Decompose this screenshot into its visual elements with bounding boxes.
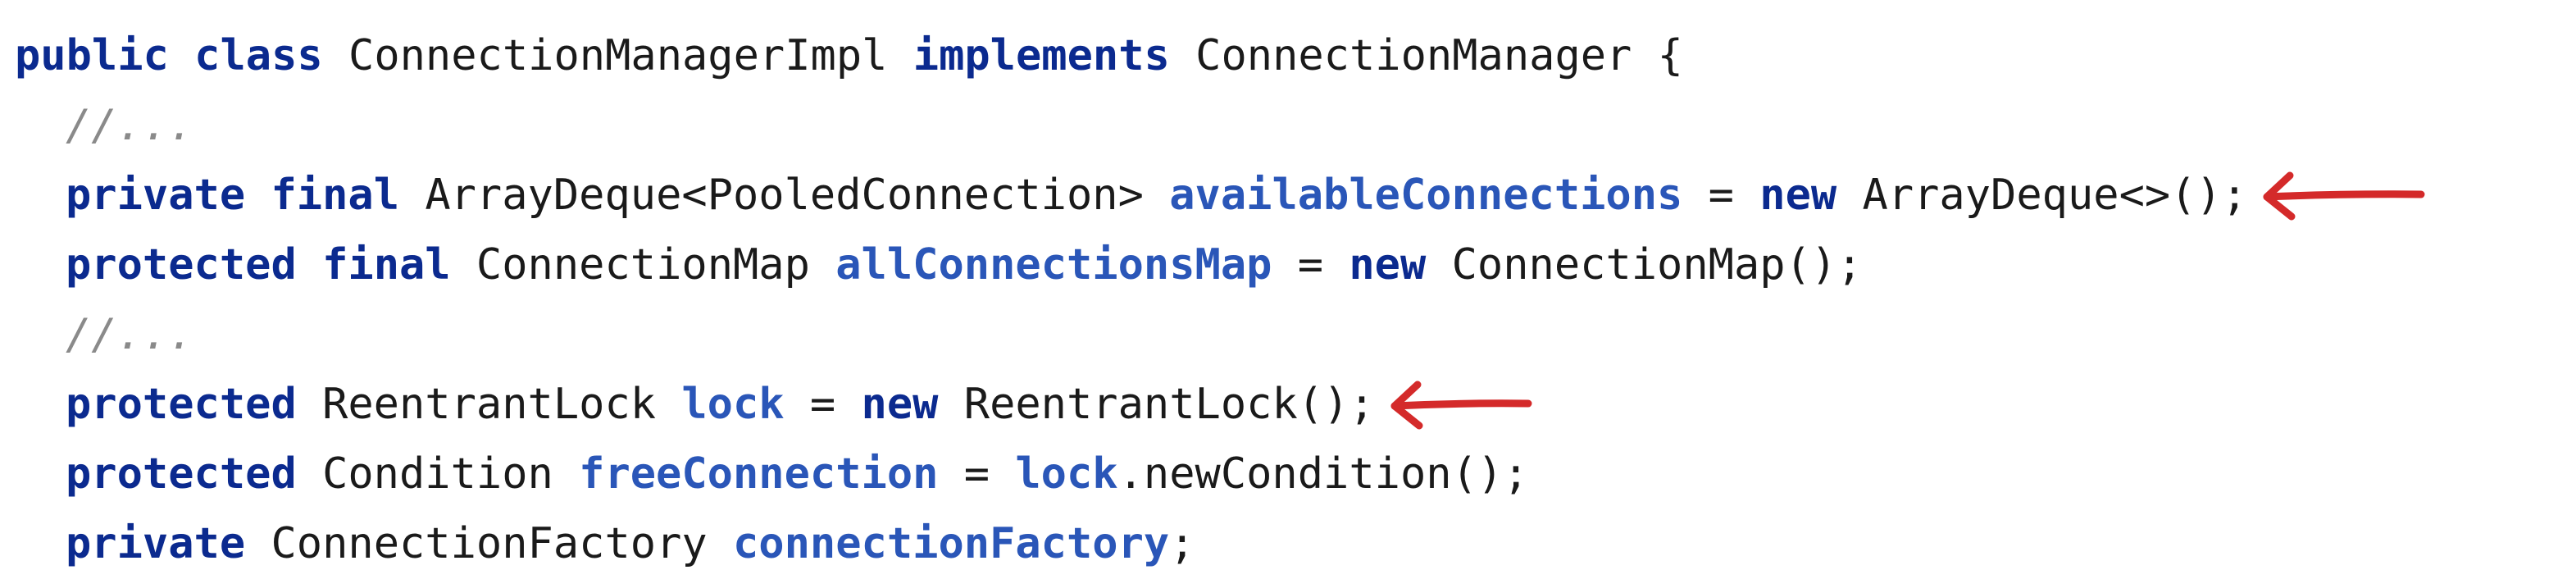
code-line: private ConnectionFactory connectionFact… [15,509,2247,579]
keyword-token: new [1349,240,1427,290]
text-token: = [784,380,862,429]
keyword-token: private [66,171,246,220]
code-line-text: protected final ConnectionMap allConnect… [66,240,1863,290]
keyword-token: protected [66,380,297,429]
red-left-arrow-icon [1390,381,1532,430]
text-token: ConnectionMap [450,240,836,290]
code-line-text: protected Condition freeConnection = loc… [66,449,1529,499]
code-line: protected Condition freeConnection = loc… [15,440,2247,509]
text-token: ; [1169,519,1195,568]
keyword-token: implements [913,31,1170,80]
code-line-text: private final ArrayDeque<PooledConnectio… [66,171,2247,220]
keyword-token: final [271,171,400,220]
field-token: connectionFactory [732,519,1170,568]
text-token: ReentrantLock(); [938,380,1375,429]
code-line: //... [15,91,2247,161]
code-line-text: //... [66,310,194,359]
code-line: private final ArrayDeque<PooledConnectio… [15,161,2425,230]
code-line-text: public class ConnectionManagerImpl imple… [15,31,1683,80]
text-token: = [938,449,1016,499]
text-token: ConnectionManagerImpl [322,31,913,80]
code-line: public class ConnectionManagerImpl imple… [15,21,2247,91]
code-line-text: private ConnectionFactory connectionFact… [66,519,1195,568]
code-line: //... [15,300,2247,370]
text-token: ReentrantLock [296,380,682,429]
keyword-token: new [1759,171,1837,220]
red-left-arrow-icon [2263,171,2425,221]
text-token: ArrayDeque<PooledConnection> [399,171,1170,220]
text-token: ConnectionManager { [1169,31,1683,80]
keyword-token: class [194,31,323,80]
text-token: ConnectionFactory [245,519,733,568]
code-editor: public class ConnectionManagerImpl imple… [15,21,2425,579]
keyword-token: new [861,380,939,429]
keyword-token: protected [66,240,297,290]
field-token: availableConnections [1169,171,1683,220]
text-token: Condition [296,449,580,499]
code-line-text: protected ReentrantLock lock = new Reent… [66,380,1375,429]
text-token: .newCondition(); [1117,449,1529,499]
code-line: protected final ConnectionMap allConnect… [15,230,2247,300]
field-token: lock [681,380,785,429]
keyword-token: private [66,519,246,568]
text-token: ArrayDeque<>(); [1836,171,2248,220]
keyword-token: final [322,240,451,290]
code-line-text: //... [66,101,194,150]
field-token: freeConnection [579,449,939,499]
keyword-token: public [15,31,169,80]
field-token: allConnectionsMap [835,240,1272,290]
keyword-token: protected [66,449,297,499]
text-token: ConnectionMap(); [1426,240,1863,290]
field-token: lock [1015,449,1118,499]
text-token: = [1272,240,1349,290]
text-token: = [1682,171,1760,220]
comment-token: //... [66,310,194,359]
comment-token: //... [66,101,194,150]
code-line: protected ReentrantLock lock = new Reent… [15,370,2247,440]
